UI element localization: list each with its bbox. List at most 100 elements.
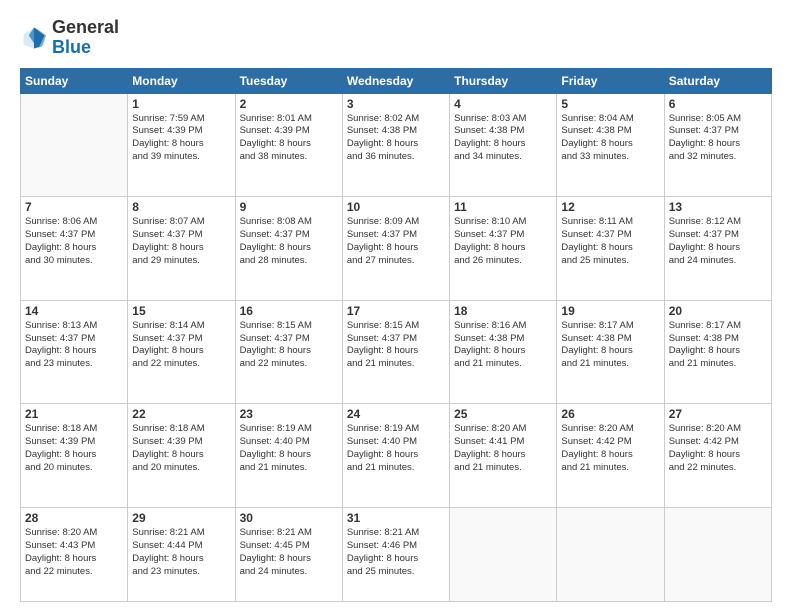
- day-number: 10: [347, 200, 445, 214]
- day-number: 25: [454, 407, 552, 421]
- calendar-cell: 16 Sunrise: 8:15 AM Sunset: 4:37 PM Dayli…: [235, 300, 342, 404]
- calendar-cell: 9 Sunrise: 8:08 AM Sunset: 4:37 PM Daylig…: [235, 197, 342, 301]
- calendar-cell: 7 Sunrise: 8:06 AM Sunset: 4:37 PM Daylig…: [21, 197, 128, 301]
- day-number: 11: [454, 200, 552, 214]
- day-info: Sunrise: 8:19 AM Sunset: 4:40 PM Dayligh…: [347, 423, 445, 474]
- calendar-cell: 25 Sunrise: 8:20 AM Sunset: 4:41 PM Dayli…: [450, 404, 557, 508]
- day-header-sunday: Sunday: [21, 68, 128, 93]
- day-info: Sunrise: 8:14 AM Sunset: 4:37 PM Dayligh…: [132, 320, 230, 371]
- calendar-cell: 28Sunrise: 8:20 AM Sunset: 4:43 PM Dayli…: [21, 508, 128, 602]
- day-info: Sunrise: 8:09 AM Sunset: 4:37 PM Dayligh…: [347, 216, 445, 267]
- day-number: 17: [347, 304, 445, 318]
- day-info: Sunrise: 8:19 AM Sunset: 4:40 PM Dayligh…: [240, 423, 338, 474]
- day-info: Sunrise: 8:05 AM Sunset: 4:37 PM Dayligh…: [669, 113, 767, 164]
- day-number: 15: [132, 304, 230, 318]
- page: General Blue SundayMondayTuesdayWednesda…: [0, 0, 792, 612]
- logo-icon: [20, 24, 48, 52]
- day-number: 24: [347, 407, 445, 421]
- day-info: Sunrise: 8:02 AM Sunset: 4:38 PM Dayligh…: [347, 113, 445, 164]
- calendar-cell: 20 Sunrise: 8:17 AM Sunset: 4:38 PM Dayli…: [664, 300, 771, 404]
- calendar-cell: 24 Sunrise: 8:19 AM Sunset: 4:40 PM Dayli…: [342, 404, 449, 508]
- calendar-cell: 29Sunrise: 8:21 AM Sunset: 4:44 PM Dayli…: [128, 508, 235, 602]
- day-info: Sunrise: 8:20 AM Sunset: 4:42 PM Dayligh…: [669, 423, 767, 474]
- day-number: 28: [25, 511, 123, 525]
- calendar-cell: 3 Sunrise: 8:02 AM Sunset: 4:38 PM Daylig…: [342, 93, 449, 197]
- day-number: 26: [561, 407, 659, 421]
- day-number: 23: [240, 407, 338, 421]
- day-info: Sunrise: 8:20 AM Sunset: 4:41 PM Dayligh…: [454, 423, 552, 474]
- day-number: 9: [240, 200, 338, 214]
- day-info: Sunrise: 8:21 AM Sunset: 4:45 PM Dayligh…: [240, 527, 338, 578]
- day-info: Sunrise: 8:10 AM Sunset: 4:37 PM Dayligh…: [454, 216, 552, 267]
- day-info: Sunrise: 8:01 AM Sunset: 4:39 PM Dayligh…: [240, 113, 338, 164]
- day-info: Sunrise: 8:04 AM Sunset: 4:38 PM Dayligh…: [561, 113, 659, 164]
- calendar-week-3: 14 Sunrise: 8:13 AM Sunset: 4:37 PM Dayli…: [21, 300, 772, 404]
- day-header-thursday: Thursday: [450, 68, 557, 93]
- day-info: Sunrise: 8:17 AM Sunset: 4:38 PM Dayligh…: [561, 320, 659, 371]
- day-info: Sunrise: 8:06 AM Sunset: 4:37 PM Dayligh…: [25, 216, 123, 267]
- day-number: 18: [454, 304, 552, 318]
- day-header-friday: Friday: [557, 68, 664, 93]
- day-info: Sunrise: 8:15 AM Sunset: 4:37 PM Dayligh…: [240, 320, 338, 371]
- day-info: Sunrise: 8:15 AM Sunset: 4:37 PM Dayligh…: [347, 320, 445, 371]
- logo-general: General: [52, 18, 119, 38]
- day-number: 6: [669, 97, 767, 111]
- calendar-cell: 1Sunrise: 7:59 AM Sunset: 4:39 PM Daylig…: [128, 93, 235, 197]
- day-info: Sunrise: 8:11 AM Sunset: 4:37 PM Dayligh…: [561, 216, 659, 267]
- calendar-cell: [21, 93, 128, 197]
- calendar-cell: 27Sunrise: 8:20 AM Sunset: 4:42 PM Dayli…: [664, 404, 771, 508]
- calendar-cell: [664, 508, 771, 602]
- day-number: 14: [25, 304, 123, 318]
- calendar-cell: [450, 508, 557, 602]
- calendar-week-4: 21 Sunrise: 8:18 AM Sunset: 4:39 PM Dayli…: [21, 404, 772, 508]
- day-number: 20: [669, 304, 767, 318]
- calendar-week-2: 7 Sunrise: 8:06 AM Sunset: 4:37 PM Daylig…: [21, 197, 772, 301]
- day-info: Sunrise: 8:07 AM Sunset: 4:37 PM Dayligh…: [132, 216, 230, 267]
- day-info: Sunrise: 8:18 AM Sunset: 4:39 PM Dayligh…: [25, 423, 123, 474]
- day-info: Sunrise: 8:17 AM Sunset: 4:38 PM Dayligh…: [669, 320, 767, 371]
- calendar-cell: 30 Sunrise: 8:21 AM Sunset: 4:45 PM Dayli…: [235, 508, 342, 602]
- calendar-cell: [557, 508, 664, 602]
- calendar-cell: 18Sunrise: 8:16 AM Sunset: 4:38 PM Dayli…: [450, 300, 557, 404]
- day-number: 8: [132, 200, 230, 214]
- day-info: Sunrise: 7:59 AM Sunset: 4:39 PM Dayligh…: [132, 113, 230, 164]
- day-number: 13: [669, 200, 767, 214]
- calendar-cell: 22 Sunrise: 8:18 AM Sunset: 4:39 PM Dayli…: [128, 404, 235, 508]
- calendar-cell: 21 Sunrise: 8:18 AM Sunset: 4:39 PM Dayli…: [21, 404, 128, 508]
- calendar-cell: 14 Sunrise: 8:13 AM Sunset: 4:37 PM Dayli…: [21, 300, 128, 404]
- day-header-saturday: Saturday: [664, 68, 771, 93]
- day-number: 30: [240, 511, 338, 525]
- logo: General Blue: [20, 18, 119, 58]
- calendar-cell: 12 Sunrise: 8:11 AM Sunset: 4:37 PM Dayli…: [557, 197, 664, 301]
- calendar-week-1: 1Sunrise: 7:59 AM Sunset: 4:39 PM Daylig…: [21, 93, 772, 197]
- calendar-cell: 26Sunrise: 8:20 AM Sunset: 4:42 PM Dayli…: [557, 404, 664, 508]
- calendar-cell: 5Sunrise: 8:04 AM Sunset: 4:38 PM Daylig…: [557, 93, 664, 197]
- day-info: Sunrise: 8:18 AM Sunset: 4:39 PM Dayligh…: [132, 423, 230, 474]
- day-info: Sunrise: 8:08 AM Sunset: 4:37 PM Dayligh…: [240, 216, 338, 267]
- day-header-wednesday: Wednesday: [342, 68, 449, 93]
- day-number: 3: [347, 97, 445, 111]
- header: General Blue: [20, 18, 772, 58]
- day-number: 21: [25, 407, 123, 421]
- day-header-tuesday: Tuesday: [235, 68, 342, 93]
- calendar-cell: 31 Sunrise: 8:21 AM Sunset: 4:46 PM Dayli…: [342, 508, 449, 602]
- day-number: 19: [561, 304, 659, 318]
- day-info: Sunrise: 8:21 AM Sunset: 4:44 PM Dayligh…: [132, 527, 230, 578]
- day-info: Sunrise: 8:13 AM Sunset: 4:37 PM Dayligh…: [25, 320, 123, 371]
- day-number: 12: [561, 200, 659, 214]
- calendar-cell: 13 Sunrise: 8:12 AM Sunset: 4:37 PM Dayli…: [664, 197, 771, 301]
- day-number: 16: [240, 304, 338, 318]
- calendar-cell: 8 Sunrise: 8:07 AM Sunset: 4:37 PM Daylig…: [128, 197, 235, 301]
- day-header-monday: Monday: [128, 68, 235, 93]
- calendar-cell: 17 Sunrise: 8:15 AM Sunset: 4:37 PM Dayli…: [342, 300, 449, 404]
- day-info: Sunrise: 8:12 AM Sunset: 4:37 PM Dayligh…: [669, 216, 767, 267]
- calendar-table: SundayMondayTuesdayWednesdayThursdayFrid…: [20, 68, 772, 602]
- logo-text: General Blue: [52, 18, 119, 58]
- day-number: 22: [132, 407, 230, 421]
- day-number: 7: [25, 200, 123, 214]
- day-info: Sunrise: 8:21 AM Sunset: 4:46 PM Dayligh…: [347, 527, 445, 578]
- calendar-cell: 4Sunrise: 8:03 AM Sunset: 4:38 PM Daylig…: [450, 93, 557, 197]
- day-number: 31: [347, 511, 445, 525]
- calendar-cell: 10 Sunrise: 8:09 AM Sunset: 4:37 PM Dayli…: [342, 197, 449, 301]
- day-info: Sunrise: 8:03 AM Sunset: 4:38 PM Dayligh…: [454, 113, 552, 164]
